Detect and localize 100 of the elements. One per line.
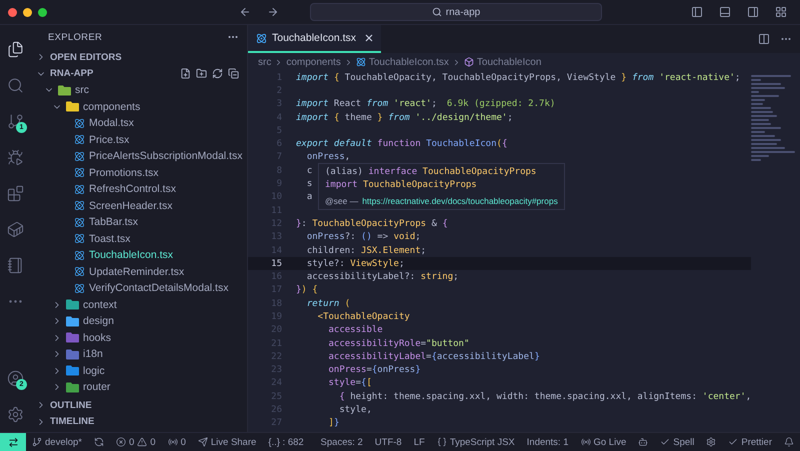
- forward-icon[interactable]: [267, 6, 279, 18]
- new-folder-icon[interactable]: [196, 68, 207, 80]
- code-line: onPress?: () => void;: [306, 232, 421, 242]
- account-icon[interactable]: [6, 370, 24, 386]
- notebook-icon[interactable]: [6, 256, 24, 274]
- line-number: 15: [270, 258, 283, 269]
- cube-icon: [464, 57, 474, 67]
- file-name[interactable]: TouchableIcon.tsx: [89, 249, 174, 262]
- react-file-icon: [74, 118, 85, 129]
- warning-count: 0: [150, 436, 156, 448]
- code-line: export default function TouchableIcon({: [296, 139, 508, 150]
- breadcrumb[interactable]: TouchableIcon: [476, 56, 542, 68]
- remote-button[interactable]: [0, 433, 26, 451]
- status-item[interactable]: UTF-8: [374, 436, 402, 448]
- code-line: c: [306, 166, 312, 176]
- file-name[interactable]: RefreshControl.tsx: [89, 183, 176, 196]
- status-item[interactable]: Spaces: 2: [320, 436, 363, 448]
- file-name[interactable]: VerifyContactDetailsModal.tsx: [89, 282, 228, 294]
- search-icon: [432, 7, 442, 17]
- section-header[interactable]: OPEN EDITORS: [50, 52, 122, 63]
- panel-toggle-icon[interactable]: [719, 6, 731, 18]
- status-item[interactable]: Spell: [673, 436, 694, 448]
- react-file-icon: [74, 233, 85, 244]
- file-name[interactable]: PriceAlertsSubscriptionModal.tsx: [89, 150, 242, 162]
- branch-icon: [32, 437, 42, 447]
- file-name[interactable]: Toast.tsx: [89, 232, 130, 245]
- bot-icon[interactable]: [638, 437, 648, 447]
- folder-name[interactable]: i18n: [83, 348, 103, 360]
- sidebar-toggle-icon[interactable]: [691, 6, 703, 18]
- code-line: onPress={onPress}: [328, 365, 421, 376]
- folder-name[interactable]: design: [83, 315, 114, 328]
- status-item[interactable]: Prettier: [741, 436, 772, 448]
- close-icon[interactable]: [365, 34, 374, 42]
- code-line: children: JSX.Element;: [306, 246, 426, 256]
- files-icon[interactable]: [6, 40, 24, 58]
- bell-icon[interactable]: [784, 437, 794, 447]
- status-item[interactable]: LF: [414, 436, 425, 448]
- split-editor-icon[interactable]: [758, 33, 770, 45]
- status-item[interactable]: Go Live: [594, 436, 626, 448]
- file-name[interactable]: TabBar.tsx: [89, 216, 138, 228]
- section-header[interactable]: RNA-APP: [50, 68, 94, 80]
- warning-icon: [137, 437, 148, 447]
- react-file-icon: [74, 282, 85, 294]
- extensions-icon[interactable]: [6, 184, 24, 202]
- minimize-dot[interactable]: [23, 8, 32, 16]
- code-line: ]}: [328, 418, 340, 428]
- status-item[interactable]: Indents: 1: [526, 436, 568, 448]
- secondary-sidebar-icon[interactable]: [747, 6, 759, 18]
- file-name[interactable]: Price.tsx: [89, 134, 130, 146]
- zoom-dot[interactable]: [38, 8, 47, 16]
- back-icon[interactable]: [239, 6, 251, 18]
- status-item[interactable]: develop*: [45, 436, 82, 448]
- sidebar-title: EXPLORER: [48, 32, 102, 42]
- folder-name[interactable]: router: [83, 381, 110, 394]
- file-name[interactable]: Promotions.tsx: [89, 166, 158, 179]
- refresh-icon[interactable]: [212, 68, 223, 80]
- run-debug-icon[interactable]: [6, 148, 24, 166]
- react-file-icon: [74, 200, 85, 212]
- docs-link[interactable]: https://reactnative.dev/docs/touchableopacity#props: [362, 196, 558, 206]
- collapse-icon[interactable]: [228, 68, 239, 80]
- file-name[interactable]: UpdateReminder.tsx: [89, 266, 184, 278]
- problems-button[interactable]: 0 0: [110, 433, 162, 451]
- folder-name[interactable]: logic: [83, 364, 105, 377]
- editor-tab[interactable]: TouchableIcon.tsx: [248, 25, 382, 53]
- breadcrumb[interactable]: TouchableIcon.tsx: [368, 56, 449, 68]
- settings-icon[interactable]: [706, 437, 716, 447]
- import-size-hint: 6.9k (gzipped: 2.7k): [446, 99, 556, 110]
- react-file-icon: [74, 216, 85, 228]
- layout-icon[interactable]: [775, 6, 787, 18]
- breadcrumb[interactable]: components: [286, 56, 341, 68]
- folder-name[interactable]: context: [83, 298, 117, 311]
- check-icon: [660, 437, 670, 447]
- breadcrumb[interactable]: src: [258, 56, 272, 68]
- code-line: accessibilityLabel={accessibilityLabel}: [328, 352, 540, 362]
- section-header[interactable]: TIMELINE: [50, 416, 94, 428]
- command-search-field[interactable]: rna-app: [310, 3, 602, 21]
- code-line: <TouchableOpacity: [316, 312, 410, 322]
- status-item[interactable]: {..} : 682: [268, 436, 304, 448]
- folder-name[interactable]: components: [83, 100, 140, 113]
- container-icon[interactable]: [6, 220, 24, 238]
- close-dot[interactable]: [8, 8, 17, 16]
- code-line: accessibilityLabel?: string;: [306, 272, 459, 282]
- search-icon[interactable]: [6, 76, 24, 94]
- code-line: s: [306, 179, 312, 190]
- file-name[interactable]: ScreenHeader.tsx: [89, 200, 172, 212]
- status-item[interactable]: 0: [180, 436, 186, 448]
- status-item[interactable]: TypeScript JSX: [450, 436, 515, 448]
- react-file-icon: [74, 167, 85, 178]
- see-label: @see —: [325, 196, 358, 206]
- status-item[interactable]: Live Share: [210, 436, 256, 448]
- settings-icon[interactable]: [6, 406, 24, 422]
- file-name[interactable]: Modal.tsx: [89, 117, 134, 130]
- folder-name[interactable]: hooks: [83, 332, 112, 344]
- code-line: onPress,: [306, 152, 350, 162]
- check-icon: [728, 437, 738, 447]
- folder-name[interactable]: src: [75, 84, 89, 96]
- new-file-icon[interactable]: [180, 68, 191, 80]
- section-header[interactable]: OUTLINE: [50, 400, 92, 411]
- braces-icon: [436, 437, 447, 447]
- sync-icon[interactable]: [94, 437, 104, 447]
